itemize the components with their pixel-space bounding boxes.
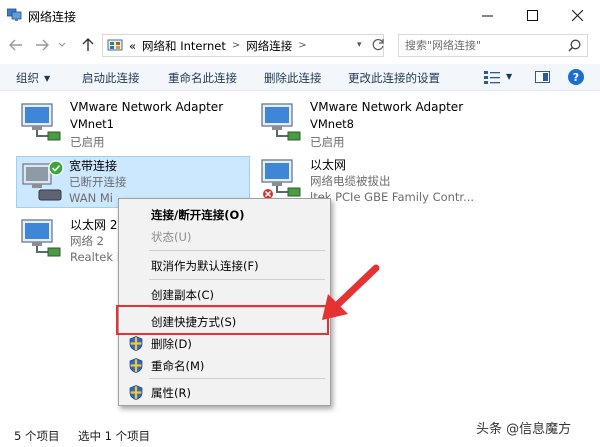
search-input[interactable] <box>405 38 565 53</box>
highlight-box <box>116 305 329 335</box>
menu-item-label: 状态(U) <box>151 230 192 244</box>
menu-divider <box>149 250 325 251</box>
breadcrumb-prefix[interactable]: « <box>129 39 136 53</box>
view-options-dropdown-icon[interactable]: ▼ <box>506 72 512 81</box>
close-icon <box>572 9 583 21</box>
item-count: 5 个项目 <box>14 429 60 443</box>
network-adapter-disconnected-icon <box>261 159 301 200</box>
connection-name: VMware Network Adapter <box>310 100 464 114</box>
connection-name: 以太网 2 <box>70 218 118 232</box>
arrow-right-icon <box>36 39 49 51</box>
connection-item-vmnet8[interactable]: VMware Network Adapter VMnet8 已启用 <box>258 100 488 150</box>
connection-name: 宽带连接 <box>69 159 118 173</box>
address-dropdown-icon[interactable]: ▾ <box>357 40 362 50</box>
connection-device: WAN Mi <box>69 191 113 205</box>
connection-device: Realtek P <box>70 250 124 264</box>
change-settings-button[interactable]: 更改此连接的设置 <box>348 70 440 86</box>
connection-item-vmnet1[interactable]: VMware Network Adapter VMnet1 已启用 <box>18 100 248 150</box>
arrow-up-icon <box>82 38 94 51</box>
menu-item-connect-disconnect[interactable]: 连接/断开连接(O) <box>121 203 328 225</box>
control-panel-icon <box>107 39 123 50</box>
maximize-button[interactable] <box>510 0 555 30</box>
uac-shield-icon <box>129 358 143 373</box>
menu-item-create-copy[interactable]: 创建副本(C) <box>121 283 328 305</box>
forward-button[interactable] <box>34 37 50 53</box>
menu-divider <box>149 378 325 379</box>
organize-label: 组织 <box>16 71 39 85</box>
rename-connection-button[interactable]: 重命名此连接 <box>168 70 237 86</box>
search-icon[interactable] <box>568 39 581 52</box>
menu-item-label: 属性(R) <box>151 386 191 400</box>
up-button[interactable] <box>80 37 96 53</box>
title-bar: 网络连接 <box>0 0 600 30</box>
menu-item-label: 重命名(M) <box>151 359 205 373</box>
view-options-icon[interactable] <box>484 70 500 84</box>
start-connection-button[interactable]: 启动此连接 <box>82 70 140 86</box>
menu-item-cancel-default[interactable]: 取消作为默认连接(F) <box>121 254 328 276</box>
minimize-icon <box>482 15 493 16</box>
chevron-right-icon[interactable]: > <box>298 40 306 51</box>
network-adapter-icon <box>21 219 61 257</box>
connection-line1: VMnet8 <box>310 117 354 131</box>
watermark: 头条 @信息魔方 <box>476 422 572 437</box>
selected-count: 选中 1 个项目 <box>78 429 151 443</box>
menu-item-properties[interactable]: 属性(R) <box>121 381 328 403</box>
menu-divider <box>149 279 325 280</box>
close-button[interactable] <box>555 0 600 30</box>
context-menu: 连接/断开连接(O) 状态(U) 取消作为默认连接(F) 创建副本(C) 创建快… <box>118 198 331 406</box>
arrow-left-icon <box>9 39 22 51</box>
back-button[interactable] <box>8 37 24 53</box>
connection-status: 已断开连接 <box>69 175 127 189</box>
delete-connection-button[interactable]: 删除此连接 <box>264 70 322 86</box>
chevron-right-icon[interactable]: > <box>232 40 240 51</box>
minimize-button[interactable] <box>465 0 510 30</box>
menu-item-status[interactable]: 状态(U) <box>121 225 328 247</box>
menu-item-label: 删除(D) <box>151 337 192 351</box>
network-connections-icon <box>7 8 22 21</box>
refresh-icon[interactable] <box>371 38 385 52</box>
annotation-arrow-icon <box>322 264 380 320</box>
broadband-connection-icon <box>22 160 64 201</box>
breadcrumb-item-network-internet[interactable]: 网络和 Internet <box>142 38 226 54</box>
preview-pane-icon[interactable] <box>535 71 550 83</box>
menu-item-delete[interactable]: 删除(D) <box>121 332 328 354</box>
search-box[interactable] <box>398 34 588 57</box>
navigation-bar: « 网络和 Internet > 网络连接 > ▾ <box>0 30 600 62</box>
network-adapter-icon <box>21 103 61 141</box>
menu-item-label: 创建副本(C) <box>151 288 215 302</box>
command-bar: 组织 ▼ 启动此连接 重命名此连接 删除此连接 更改此连接的设置 ▼ ? <box>0 64 600 91</box>
caret-down-icon: ▼ <box>44 74 51 83</box>
connection-status: 已启用 <box>70 135 105 149</box>
connection-name: 以太网 <box>310 158 347 172</box>
chevron-down-icon <box>58 42 66 47</box>
connection-device: ltek PCIe GBE Family Contr... <box>310 190 475 204</box>
uac-shield-icon <box>129 385 143 400</box>
connection-line1: VMnet1 <box>70 117 114 131</box>
organize-menu[interactable]: 组织 ▼ <box>16 70 50 86</box>
connection-status: 网络电缆被拔出 <box>310 174 391 188</box>
help-icon[interactable]: ? <box>568 69 584 85</box>
connection-status: 已启用 <box>310 135 345 149</box>
menu-item-label: 连接/断开连接(O) <box>151 208 245 222</box>
network-adapter-icon <box>261 103 301 141</box>
menu-item-rename[interactable]: 重命名(M) <box>121 354 328 376</box>
window-title: 网络连接 <box>28 10 77 24</box>
maximize-icon <box>527 9 538 21</box>
recent-locations-button[interactable] <box>57 37 67 53</box>
address-bar[interactable]: « 网络和 Internet > 网络连接 > ▾ <box>102 34 384 57</box>
connection-network: 网络 2 <box>70 234 104 248</box>
menu-item-label: 取消作为默认连接(F) <box>151 259 259 273</box>
uac-shield-icon <box>129 336 143 351</box>
connection-name: VMware Network Adapter <box>70 100 224 114</box>
breadcrumb-item-network-connections[interactable]: 网络连接 <box>246 38 292 54</box>
